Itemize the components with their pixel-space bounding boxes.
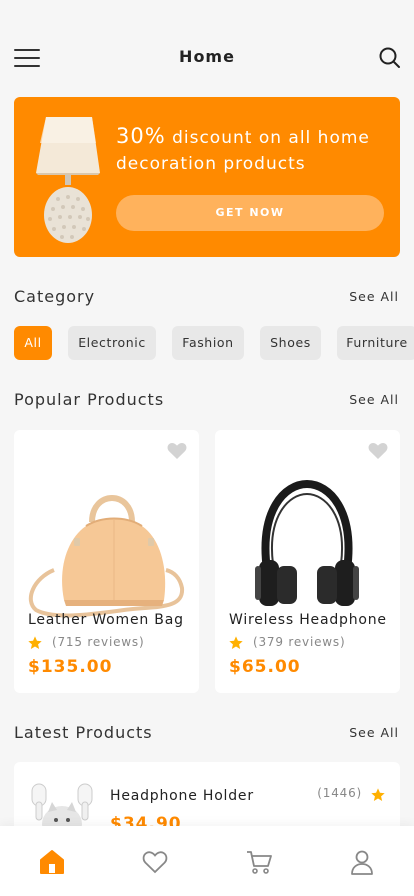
star-icon	[229, 636, 243, 649]
home-icon[interactable]	[38, 848, 66, 876]
bottom-tab-bar	[0, 826, 414, 896]
app-header: Home	[0, 36, 414, 80]
star-icon	[371, 788, 385, 801]
popular-heading: Popular Products	[14, 390, 165, 409]
chip-electronic[interactable]: Electronic	[68, 326, 156, 360]
handbag-image	[28, 495, 185, 618]
heart-icon[interactable]	[141, 848, 169, 876]
page-title: Home	[179, 47, 235, 66]
product-name: Leather Women Bag	[28, 612, 184, 628]
heart-icon[interactable]	[167, 442, 187, 460]
latest-heading: Latest Products	[14, 723, 153, 742]
popular-see-all-link[interactable]: See All	[349, 392, 399, 407]
category-heading: Category	[14, 287, 96, 306]
headphones-image	[255, 479, 359, 606]
star-icon	[28, 636, 42, 649]
review-count: (379 reviews)	[253, 635, 346, 649]
product-price: $135.00	[28, 657, 113, 677]
get-now-button[interactable]: GET NOW	[116, 195, 384, 231]
chip-furniture[interactable]: Furniture	[337, 326, 414, 360]
chip-shoes[interactable]: Shoes	[260, 326, 321, 360]
chip-all[interactable]: All	[14, 326, 52, 360]
promo-banner: 30% discount on all home decoration prod…	[14, 97, 400, 257]
product-card[interactable]: Leather Women Bag (715 reviews) $135.00	[14, 430, 199, 693]
heart-icon[interactable]	[368, 442, 388, 460]
lamp-image	[36, 117, 100, 243]
banner-headline: 30% discount on all home decoration prod…	[116, 123, 386, 177]
category-see-all-link[interactable]: See All	[349, 289, 399, 304]
product-price: $65.00	[229, 657, 301, 677]
user-icon[interactable]	[348, 848, 376, 876]
cart-icon[interactable]	[245, 848, 273, 876]
search-icon[interactable]	[378, 46, 402, 70]
chip-fashion[interactable]: Fashion	[172, 326, 244, 360]
product-name: Headphone Holder	[110, 788, 254, 804]
product-name: Wireless Headphone	[229, 612, 387, 628]
banner-percent: 30%	[116, 124, 166, 148]
review-count: (715 reviews)	[52, 635, 145, 649]
product-card[interactable]: Wireless Headphone (379 reviews) $65.00	[215, 430, 400, 693]
latest-see-all-link[interactable]: See All	[349, 725, 399, 740]
rating-count: (1446)	[317, 786, 362, 800]
